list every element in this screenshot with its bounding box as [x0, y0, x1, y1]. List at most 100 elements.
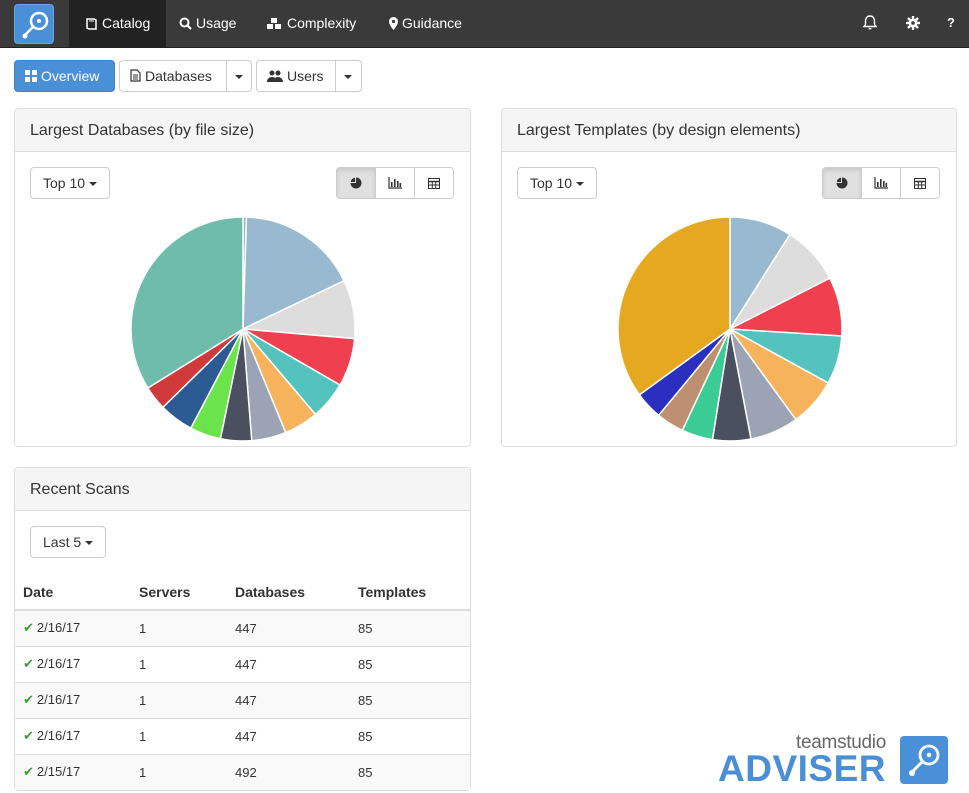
- nav-complexity[interactable]: Complexity: [250, 0, 372, 48]
- table-row[interactable]: ✔ 2/16/17 1 447 85: [15, 681, 470, 718]
- teamstudio-adviser-brand: teamstudio ADVISER: [718, 732, 948, 790]
- table-icon: [914, 177, 926, 189]
- chart-type-toggle: [336, 167, 454, 199]
- nav-guidance[interactable]: Guidance: [373, 0, 478, 48]
- databases-label: Databases: [145, 68, 212, 84]
- bar-chart-icon: [874, 177, 888, 189]
- users-dropdown-toggle[interactable]: [335, 60, 362, 92]
- caret-down-icon: [235, 75, 243, 79]
- scan-servers: 1: [131, 681, 227, 718]
- pie-chart-toggle[interactable]: [337, 168, 375, 198]
- panel-title: Largest Databases (by file size): [15, 109, 470, 152]
- top-n-dropdown[interactable]: Top 10: [30, 167, 110, 199]
- bell-icon[interactable]: [861, 14, 879, 32]
- nav-catalog[interactable]: Catalog: [69, 0, 167, 48]
- largest-databases-panel: Largest Databases (by file size) Top 10: [14, 108, 471, 447]
- check-icon: ✔: [23, 728, 34, 743]
- scan-templates: 85: [350, 609, 470, 646]
- scan-date: 2/16/17: [36, 692, 81, 707]
- cubes-icon: [267, 18, 281, 29]
- check-icon: ✔: [23, 620, 34, 636]
- scan-servers: 1: [131, 609, 227, 646]
- column-header-databases[interactable]: Databases: [227, 574, 350, 611]
- check-icon: ✔: [23, 656, 34, 671]
- scan-servers: 1: [131, 645, 227, 682]
- bar-chart-toggle[interactable]: [375, 168, 414, 198]
- pie-chart-icon: [836, 177, 848, 189]
- databases-pie-chart: [130, 216, 356, 442]
- check-icon: ✔: [23, 764, 34, 780]
- scan-date: 2/16/17: [36, 728, 81, 743]
- recent-scans-panel: Recent Scans Last 5 Date Servers Databas…: [14, 467, 471, 791]
- nav-complexity-label: Complexity: [287, 15, 357, 31]
- nav-usage[interactable]: Usage: [163, 0, 252, 48]
- table-view-toggle[interactable]: [900, 168, 939, 198]
- scan-databases: 492: [227, 753, 350, 790]
- caret-down-icon: [344, 75, 352, 79]
- panel-title: Largest Templates (by design elements): [502, 109, 956, 152]
- databases-button[interactable]: Databases: [119, 60, 227, 92]
- top-navbar: Catalog Usage Complexity Guidance ?: [0, 0, 969, 48]
- templates-pie-chart: [617, 216, 843, 442]
- table-header-row: Date Servers Databases Templates: [15, 574, 470, 611]
- scan-servers: 1: [131, 753, 227, 790]
- scan-date: 2/15/17: [36, 764, 81, 780]
- app-logo[interactable]: [14, 4, 54, 44]
- nav-usage-label: Usage: [196, 15, 237, 31]
- scan-servers: 1: [131, 717, 227, 754]
- users-icon: [267, 70, 283, 82]
- nav-guidance-label: Guidance: [402, 15, 462, 31]
- databases-dropdown-toggle[interactable]: [226, 60, 252, 92]
- grid-icon: [25, 70, 37, 82]
- scan-databases: 447: [227, 609, 350, 646]
- scan-date: 2/16/17: [36, 656, 81, 671]
- book-icon: [86, 18, 97, 30]
- table-row[interactable]: ✔ 2/16/17 1 447 85: [15, 609, 470, 646]
- top-n-label: Top 10: [43, 175, 86, 191]
- table-view-toggle[interactable]: [414, 168, 453, 198]
- table-row[interactable]: ✔ 2/16/17 1 447 85: [15, 717, 470, 754]
- scan-templates: 85: [350, 753, 470, 790]
- overview-button[interactable]: Overview: [14, 60, 115, 92]
- last-n-dropdown[interactable]: Last 5: [30, 526, 107, 558]
- search-icon: [179, 17, 192, 30]
- scan-databases: 447: [227, 645, 350, 682]
- scan-date: 2/16/17: [36, 620, 81, 636]
- pie-chart-toggle[interactable]: [823, 168, 861, 198]
- recent-scans-table: Date Servers Databases Templates ✔ 2/16/1…: [15, 574, 470, 790]
- overview-label: Overview: [41, 68, 100, 84]
- brand-logo-icon: [900, 736, 948, 784]
- caret-down-icon: [88, 182, 97, 186]
- column-header-templates[interactable]: Templates: [350, 574, 470, 611]
- check-icon: ✔: [23, 692, 34, 707]
- help-button[interactable]: ?: [947, 0, 955, 46]
- last-n-label: Last 5: [43, 534, 82, 550]
- bar-chart-icon: [388, 177, 402, 189]
- scan-templates: 85: [350, 681, 470, 718]
- brand-wordmark: ADVISER: [718, 748, 886, 789]
- table-row[interactable]: ✔ 2/16/17 1 447 85: [15, 645, 470, 682]
- file-icon: [130, 69, 141, 82]
- nav-catalog-label: Catalog: [102, 15, 151, 31]
- top-n-label: Top 10: [530, 175, 573, 191]
- users-label: Users: [287, 68, 324, 84]
- table-row[interactable]: ✔ 2/15/17 1 492 85: [15, 753, 470, 790]
- panel-title: Recent Scans: [15, 468, 470, 511]
- caret-down-icon: [575, 182, 584, 186]
- scan-databases: 447: [227, 681, 350, 718]
- scan-databases: 447: [227, 717, 350, 754]
- scan-templates: 85: [350, 645, 470, 682]
- pie-chart-icon: [350, 177, 362, 189]
- bar-chart-toggle[interactable]: [861, 168, 900, 198]
- table-icon: [428, 177, 440, 189]
- gear-icon[interactable]: [904, 14, 922, 32]
- column-header-servers[interactable]: Servers: [131, 574, 227, 611]
- caret-down-icon: [85, 541, 94, 545]
- map-marker-icon: [389, 17, 398, 30]
- users-button[interactable]: Users: [256, 60, 336, 92]
- largest-templates-panel: Largest Templates (by design elements) T…: [501, 108, 957, 447]
- column-header-date[interactable]: Date: [15, 574, 131, 611]
- top-n-dropdown[interactable]: Top 10: [517, 167, 597, 199]
- scan-templates: 85: [350, 717, 470, 754]
- chart-type-toggle: [822, 167, 940, 199]
